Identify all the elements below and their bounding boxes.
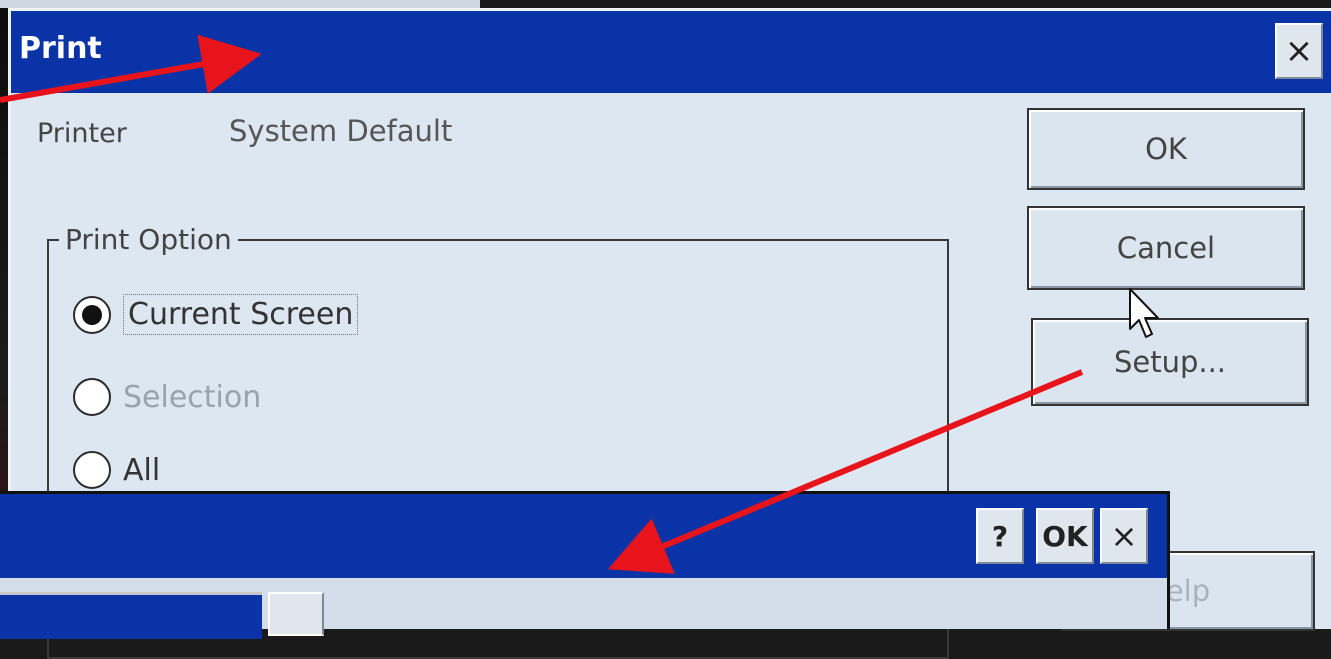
print-option-group-title: Print Option <box>59 223 238 256</box>
close-title-button[interactable]: × <box>1100 508 1148 564</box>
radio-current-screen-label: Current Screen <box>123 294 359 335</box>
printer-label: Printer <box>37 118 127 149</box>
print-dialog-titlebar[interactable]: Print × <box>11 11 1331 93</box>
radio-selection-label: Selection <box>123 379 262 415</box>
cancel-button[interactable]: Cancel <box>1027 206 1305 290</box>
radio-icon[interactable] <box>73 451 111 489</box>
printer-value: System Default <box>229 114 453 148</box>
page-setup-dialog: ? OK × <box>0 491 1170 639</box>
ok-title-button[interactable]: OK <box>1036 508 1094 564</box>
combobox-dropdown-button[interactable] <box>268 592 324 636</box>
printer-combobox[interactable] <box>0 592 262 639</box>
help-title-button[interactable]: ? <box>976 508 1024 564</box>
close-icon: × <box>1110 517 1138 555</box>
close-icon: × <box>1284 31 1314 71</box>
radio-icon[interactable] <box>73 378 111 416</box>
background-strip <box>0 0 480 8</box>
radio-all-label: All <box>123 452 161 488</box>
radio-all[interactable]: All <box>73 451 160 489</box>
setup-button[interactable]: Setup... <box>1031 318 1309 406</box>
radio-icon[interactable] <box>73 295 111 334</box>
ok-button[interactable]: OK <box>1027 108 1305 190</box>
print-dialog-title: Print <box>19 31 102 66</box>
radio-selected-dot <box>82 304 102 325</box>
help-icon: ? <box>991 519 1009 553</box>
radio-selection[interactable]: Selection <box>73 378 261 416</box>
radio-current-screen[interactable]: Current Screen <box>73 294 359 335</box>
ok-title-label: OK <box>1042 519 1088 553</box>
close-button[interactable]: × <box>1275 23 1323 79</box>
page-setup-titlebar[interactable]: ? OK × <box>0 494 1167 578</box>
mouse-cursor-icon <box>1129 288 1159 338</box>
